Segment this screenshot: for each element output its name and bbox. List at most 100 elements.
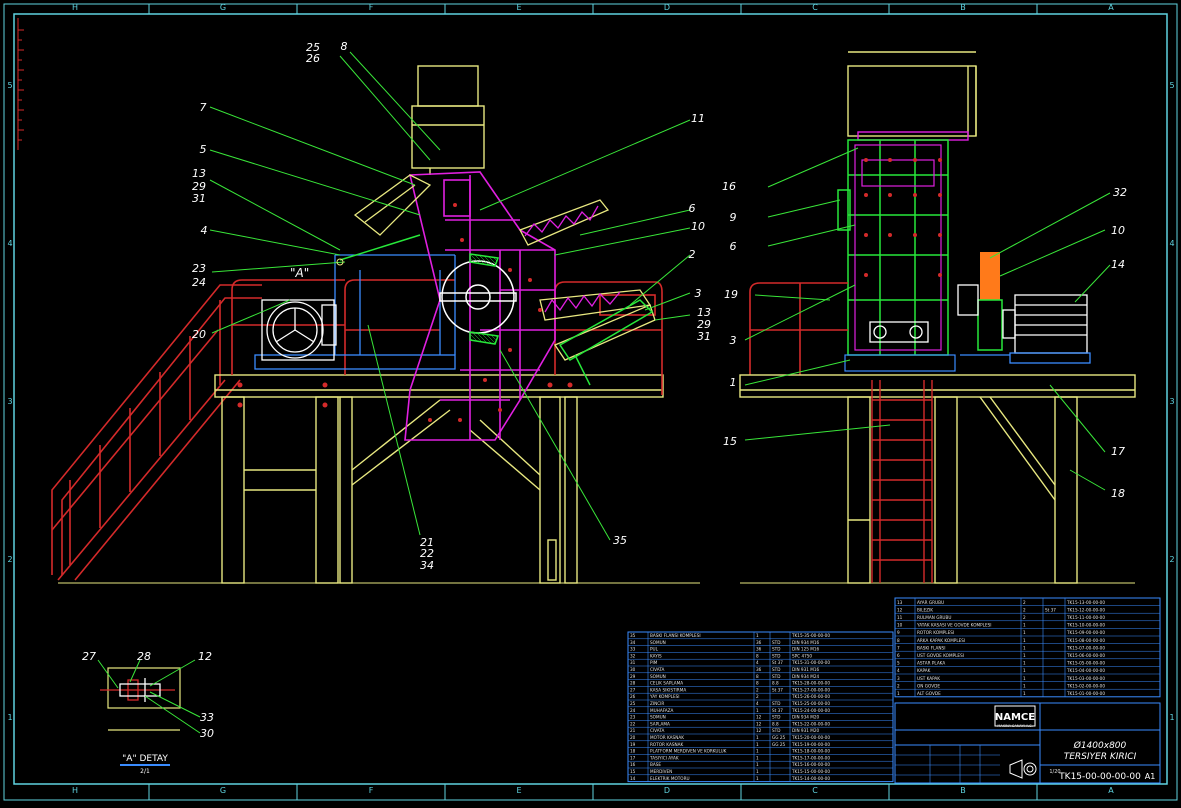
- border-column-label: G: [220, 3, 226, 12]
- bom-cell-qty: 1: [756, 742, 759, 747]
- bom-cell-qty: 1: [1023, 638, 1026, 643]
- bom-cell-name: ZINCIR: [650, 701, 664, 706]
- bom-cell-qty: 8: [756, 681, 759, 686]
- bom-cell-code: SPC 4750: [792, 653, 812, 658]
- bom-cell-name: RULMAN GRUBU: [917, 615, 951, 620]
- bom-cell-no: 1: [897, 691, 900, 696]
- bom-cell-qty: 1: [1023, 683, 1026, 688]
- part-callout: 31: [192, 192, 206, 205]
- part-callout: 6: [689, 202, 696, 215]
- bom-cell-code: TK15-06-00-00-00: [1066, 653, 1105, 658]
- bom-cell-mat: 8.8: [772, 681, 779, 686]
- bom-cell-no: 8: [897, 638, 900, 643]
- front-view: [739, 51, 1136, 584]
- bom-cell-name: TASIYICI AYAK: [649, 755, 679, 760]
- bom-cell-qty: 1: [756, 735, 759, 740]
- bom-cell-name: UST GOVDE KOMPLESI: [917, 653, 964, 658]
- bom-cell-no: 33: [630, 647, 636, 652]
- bom-cell-code: TK15-22-00-00-00: [791, 721, 830, 726]
- bom-cell-mat: STD: [772, 640, 780, 645]
- part-callout: 16: [722, 180, 736, 193]
- scale-ruler: [17, 18, 24, 150]
- bom-cell-mat: STD: [772, 728, 780, 733]
- bom-cell-no: 13: [897, 600, 903, 605]
- border-column-label: F: [369, 3, 374, 12]
- border-row-label: 1: [1169, 713, 1174, 722]
- part-callout: 6: [730, 240, 737, 253]
- front-bolts: [864, 158, 942, 277]
- bom-cell-no: 31: [630, 660, 636, 665]
- part-callout: 26: [306, 52, 320, 65]
- machine-size: Ø1400x800: [1073, 740, 1127, 751]
- border-row-label: 3: [7, 397, 12, 406]
- bom-cell-no: 32: [630, 653, 636, 658]
- bom-cell-qty: 1: [756, 749, 759, 754]
- front-base: [844, 354, 1010, 372]
- border-column-label: H: [72, 3, 78, 12]
- bom-cell-mat: STD: [772, 653, 780, 658]
- bom-cell-code: TK15-20-00-00-00: [791, 735, 830, 740]
- bom-cell-qty: 36: [756, 647, 762, 652]
- bom-cell-qty: 12: [756, 721, 762, 726]
- bom-cell-mat: STD: [772, 647, 780, 652]
- bom-cell-qty: 1: [1023, 630, 1026, 635]
- bom-cell-no: 10: [897, 623, 903, 628]
- border-column-label: A: [1108, 786, 1114, 795]
- drawing-canvas[interactable]: HHGGFFEEDDCCBBAA5 54 43 32 21 1 "A" 2526…: [0, 0, 1181, 804]
- bom-cell-no: 6: [897, 653, 900, 658]
- border-row-label: 2: [7, 555, 12, 564]
- bom-cell-no: 25: [630, 701, 636, 706]
- bom-cell-qty: 4: [756, 660, 759, 665]
- bom-cell-name: BASKI FLANSI: [917, 645, 945, 650]
- border-column-label: E: [516, 786, 521, 795]
- part-callout: 10: [1111, 224, 1125, 237]
- bom-cell-code: TK15-07-00-00-00: [1066, 645, 1105, 650]
- part-callout: 7: [200, 101, 207, 114]
- part-callout: 2: [689, 248, 696, 261]
- drawing-code: TK15-00-00-00-00: [1058, 772, 1141, 782]
- bom-cell-code: TK15-35-00-00-00: [791, 633, 830, 638]
- part-callout: 13: [192, 167, 206, 180]
- bom-cell-mat: GG 25: [772, 742, 785, 747]
- detail-a-title: "A" DETAY: [122, 754, 168, 764]
- bom-cell-name: KAPAK: [917, 668, 931, 673]
- bom-cell-qty: 1: [756, 633, 759, 638]
- bom-cell-code: TK15-01-00-00-00: [1066, 691, 1105, 696]
- bom-table-right: 13 AYAR GRUBU 2 TK15-13-00-00-0012 BILEZIK 2 S…: [894, 597, 1161, 698]
- bom-cell-no: 5: [897, 661, 900, 666]
- bom-cell-name: CIVATA: [650, 728, 665, 733]
- bom-cell-no: 2: [897, 683, 900, 688]
- part-callout: 10: [691, 220, 705, 233]
- drawing-scale: 1/20: [1049, 769, 1060, 775]
- part-callout: 3: [730, 334, 737, 347]
- bom-cell-mat: STD: [772, 701, 780, 706]
- bom-cell-no: 29: [630, 674, 636, 679]
- side-apron: [353, 174, 656, 361]
- bom-cell-code: TK15-11-00-00-00: [1066, 615, 1105, 620]
- bom-cell-qty: 1: [1023, 668, 1026, 673]
- bom-cell-mat: 8.8: [772, 721, 779, 726]
- border-row-label: 3: [1169, 397, 1174, 406]
- border-row-label: 1: [7, 713, 12, 722]
- bom-cell-name: MERDIVEN: [650, 769, 672, 774]
- bom-cell-code: TK15-04-00-00-00: [1066, 668, 1105, 673]
- bom-cell-no: 20: [630, 735, 636, 740]
- bom-cell-name: ROTOR KASNAK: [650, 742, 683, 747]
- border-column-label: D: [664, 786, 670, 795]
- bom-cell-name: BILEZIK: [917, 607, 933, 612]
- bom-cell-qty: 1: [756, 708, 759, 713]
- bom-cell-code: TK15-05-00-00-00: [1066, 661, 1105, 666]
- border-column-label: C: [812, 3, 818, 12]
- front-belt-guard: [977, 299, 1003, 351]
- bom-cell-no: 12: [897, 607, 903, 612]
- bom-cell-qty: 2: [1023, 615, 1026, 620]
- bom-cell-no: 7: [897, 645, 900, 650]
- bom-cell-qty: 2: [756, 694, 759, 699]
- bom-cell-qty: 36: [756, 667, 762, 672]
- machine-name: TERSIYER KIRICI: [1064, 752, 1137, 762]
- bom-cell-code: TK15-12-00-00-00: [1066, 607, 1105, 612]
- side-crusher-body: [404, 171, 556, 441]
- bom-cell-code: DIN 934 M20: [792, 715, 820, 720]
- bom-cell-qty: 1: [1023, 691, 1026, 696]
- bom-cell-name: ON GOVDE: [917, 683, 940, 688]
